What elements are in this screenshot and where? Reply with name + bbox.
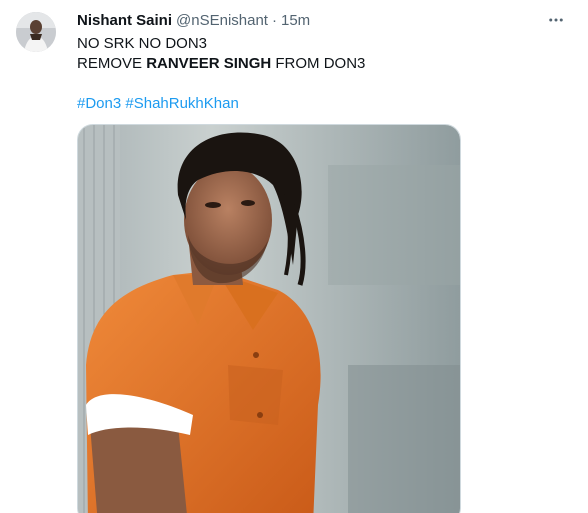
tweet-line-2-bold: RANVEER SINGH xyxy=(146,55,272,72)
hashtag-link[interactable]: #ShahRukhKhan xyxy=(125,95,238,112)
tweet-card[interactable]: Nishant Saini @nSEnishant · 15m NO SRK N… xyxy=(0,0,588,513)
tweet-line-2-suffix: FROM DON3 xyxy=(271,55,366,72)
author-display-name[interactable]: Nishant Saini xyxy=(77,11,172,31)
tweet-timestamp[interactable]: 15m xyxy=(281,11,310,31)
tweet-line-2: REMOVE RANVEER SINGH FROM DON3 xyxy=(77,54,576,74)
avatar[interactable] xyxy=(16,12,56,52)
tweet-line-1: NO SRK NO DON3 xyxy=(77,35,208,52)
hashtag-link[interactable]: #Don3 xyxy=(77,95,121,112)
more-options-icon[interactable] xyxy=(546,10,566,30)
avatar-image xyxy=(16,12,56,52)
tweet-text: NO SRK NO DON3 REMOVE RANVEER SINGH FROM… xyxy=(77,34,576,114)
header-separator: · xyxy=(271,12,277,29)
media-photo xyxy=(78,125,460,513)
tweet-media-image[interactable] xyxy=(77,124,461,513)
tweet-header: Nishant Saini @nSEnishant · 15m xyxy=(77,11,576,31)
author-handle[interactable]: @nSEnishant xyxy=(176,11,268,31)
hashtag-list: #Don3 #ShahRukhKhan xyxy=(77,94,576,114)
tweet-content: Nishant Saini @nSEnishant · 15m NO SRK N… xyxy=(77,11,576,114)
tweet-line-2-prefix: REMOVE xyxy=(77,55,147,72)
